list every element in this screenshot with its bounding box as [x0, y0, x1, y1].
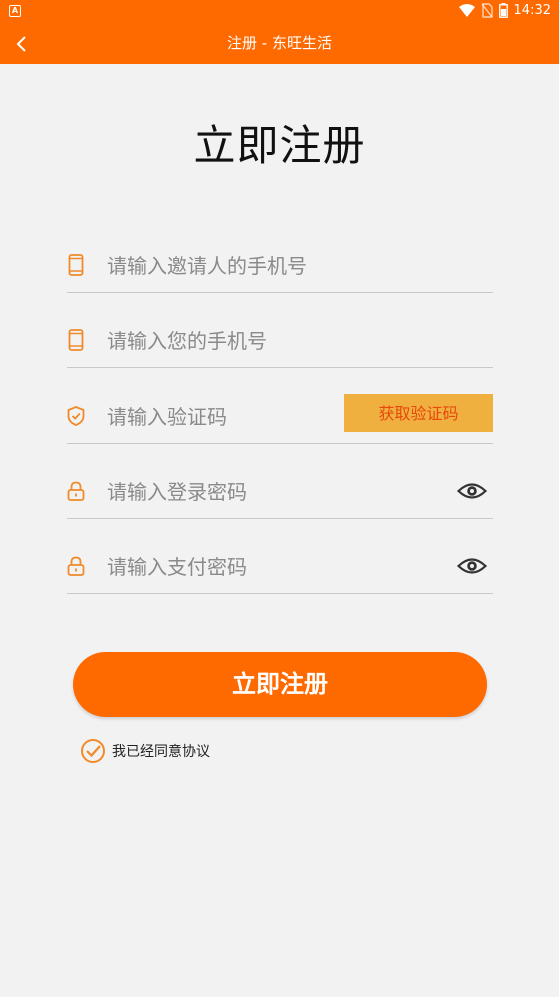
status-bar: A 14:32 — [0, 0, 559, 24]
agreement-label: 我已经同意协议 — [112, 744, 210, 760]
verify-code-input[interactable] — [105, 401, 329, 433]
lock-icon — [67, 555, 85, 577]
check-circle-icon[interactable] — [80, 738, 106, 764]
shield-icon — [67, 405, 85, 427]
pay-password-input[interactable] — [105, 551, 429, 583]
eye-icon[interactable] — [456, 555, 488, 577]
phone-icon — [67, 329, 85, 351]
verify-code-field: 获取验证码 — [67, 387, 493, 444]
phone-field — [67, 311, 493, 368]
login-password-input[interactable] — [105, 476, 429, 508]
inviter-phone-field — [67, 236, 493, 293]
battery-icon — [498, 3, 508, 18]
phone-icon — [67, 254, 85, 276]
title-bar: 注册 - 东旺生活 — [0, 24, 559, 64]
login-password-field — [67, 462, 493, 519]
pay-password-field — [67, 537, 493, 594]
page-title: 立即注册 — [193, 121, 366, 170]
register-button[interactable]: 立即注册 — [73, 652, 487, 717]
eye-icon[interactable] — [456, 480, 488, 502]
status-time: 14:32 — [513, 3, 551, 18]
app-notification-icon: A — [9, 5, 21, 17]
lock-icon — [67, 480, 85, 502]
no-sim-icon — [480, 3, 493, 18]
phone-input[interactable] — [105, 325, 429, 357]
wifi-icon — [458, 3, 475, 17]
page-header-title: 注册 - 东旺生活 — [227, 34, 332, 52]
get-code-button[interactable]: 获取验证码 — [344, 394, 493, 432]
inviter-phone-input[interactable] — [105, 250, 429, 282]
agreement-checkbox[interactable]: 我已经同意协议 — [80, 738, 210, 764]
